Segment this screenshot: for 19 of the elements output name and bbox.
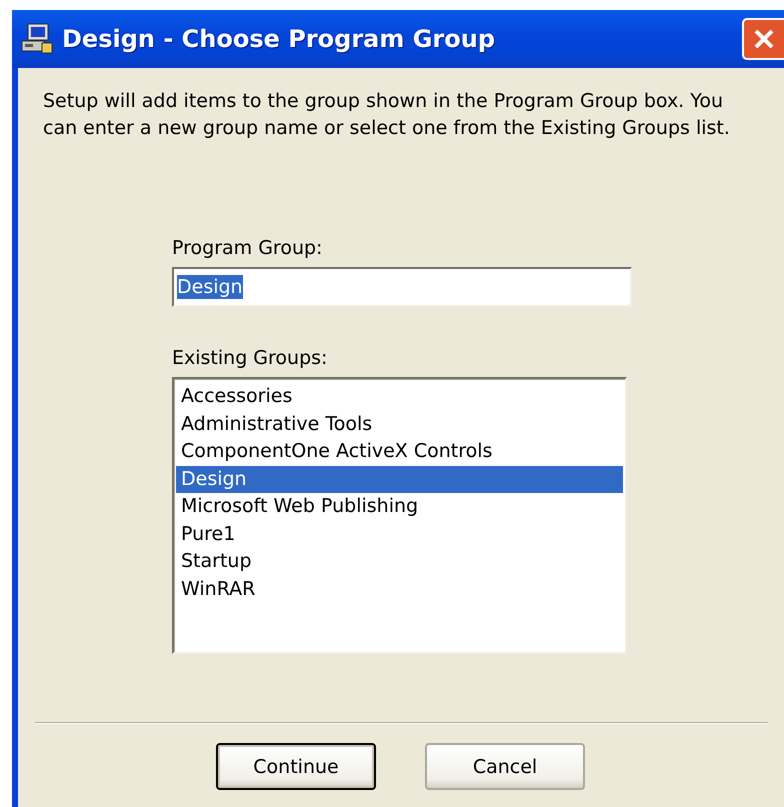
existing-groups-list[interactable]: Accessories Administrative Tools ComponentOne ActiveX Controls Design Microsoft Web Publishing Pure1 Startup WinRAR bbox=[172, 377, 627, 654]
continue-button[interactable]: Continue bbox=[216, 743, 376, 790]
list-item[interactable]: WinRAR bbox=[176, 576, 623, 603]
list-item[interactable]: Pure1 bbox=[176, 520, 623, 548]
list-item[interactable]: Administrative Tools bbox=[176, 410, 623, 438]
list-item[interactable]: Microsoft Web Publishing bbox=[176, 493, 623, 520]
close-button[interactable] bbox=[742, 18, 784, 60]
list-item[interactable]: ComponentOne ActiveX Controls bbox=[176, 438, 623, 466]
existing-groups-label: Existing Groups: bbox=[172, 347, 328, 369]
window-title: Design - Choose Program Group bbox=[62, 25, 496, 53]
computer-icon bbox=[20, 23, 54, 55]
program-group-label: Program Group: bbox=[172, 237, 322, 259]
program-group-field[interactable]: Design bbox=[172, 267, 632, 307]
list-item[interactable]: Design bbox=[176, 466, 623, 493]
close-icon bbox=[752, 27, 776, 51]
list-item[interactable]: Startup bbox=[176, 548, 623, 576]
cancel-button[interactable]: Cancel bbox=[425, 743, 585, 790]
description-text: Setup will add items to the group shown in the Program Group box. You can enter a new group name or select one from the Existing Groups list. bbox=[43, 89, 731, 141]
list-item[interactable]: Accessories bbox=[176, 383, 623, 410]
